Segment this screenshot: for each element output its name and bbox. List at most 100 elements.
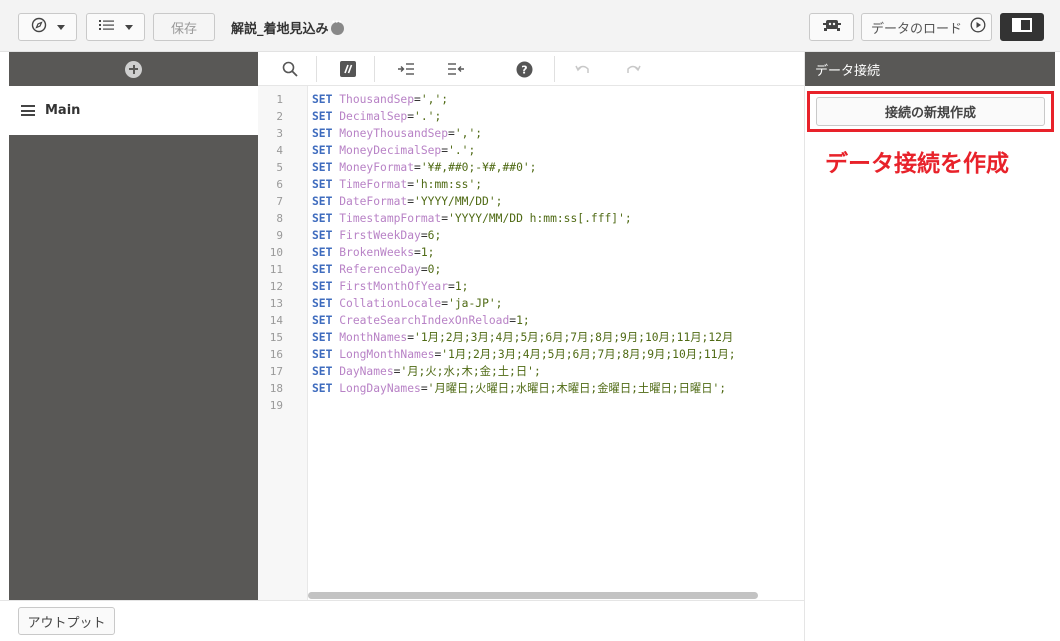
code-line: SET LongMonthNames='1月;2月;3月;4月;5月;6月;7月…	[312, 346, 736, 363]
add-section-bar	[9, 52, 258, 86]
data-connections-panel: データ接続 接続の新規作成 データ接続を作成	[804, 52, 1055, 641]
code-line: SET TimestampFormat='YYYY/MM/DD h:mm:ss[…	[312, 210, 632, 227]
toolbar-divider	[554, 56, 555, 82]
line-number: 2	[276, 110, 283, 123]
code-keyword: SET	[312, 331, 333, 344]
code-variable: TimestampFormat	[339, 212, 442, 225]
svg-text:?: ?	[521, 63, 527, 76]
code-line: SET FirstMonthOfYear=1;	[312, 278, 468, 295]
indent-icon[interactable]	[396, 58, 416, 80]
line-number: 7	[276, 195, 283, 208]
code-value: 1;	[420, 246, 435, 259]
line-number: 15	[269, 331, 283, 344]
code-operator: =	[448, 280, 455, 293]
top-toolbar: 保存 解説_着地見込み データのロード	[0, 0, 1060, 52]
code-value: '¥#,##0;-¥#,##0';	[420, 161, 537, 174]
line-number: 10	[269, 246, 283, 259]
line-number: 16	[269, 348, 283, 361]
code-keyword: SET	[312, 246, 333, 259]
redo-icon[interactable]	[623, 58, 643, 80]
code-variable: MoneyDecimalSep	[339, 144, 442, 157]
navigation-button[interactable]	[18, 13, 77, 41]
outdent-icon[interactable]	[446, 58, 466, 80]
section-item-label: Main	[45, 103, 81, 118]
code-variable: CreateSearchIndexOnReload	[339, 314, 510, 327]
code-variable: LongDayNames	[339, 382, 421, 395]
code-variable: FirstWeekDay	[339, 229, 421, 242]
code-keyword: SET	[312, 161, 333, 174]
code-variable: DayNames	[339, 365, 394, 378]
code-operator: =	[414, 246, 421, 259]
code-line: SET MonthNames='1月;2月;3月;4月;5月;6月;7月;8月;…	[312, 329, 733, 346]
script-editor[interactable]: SET ThousandSep=','; SET DecimalSep='.'; S…	[308, 86, 804, 600]
compass-icon	[31, 17, 47, 37]
line-number: 18	[269, 382, 283, 395]
code-keyword: SET	[312, 144, 333, 157]
code-operator: =	[448, 127, 455, 140]
view-menu-button[interactable]	[86, 13, 145, 41]
code-variable: FirstMonthOfYear	[339, 280, 449, 293]
save-button[interactable]: 保存	[153, 13, 215, 41]
plus-icon[interactable]	[125, 60, 142, 78]
code-variable: MoneyFormat	[339, 161, 415, 174]
code-keyword: SET	[312, 127, 333, 140]
code-value: '.';	[448, 144, 476, 157]
code-variable: DecimalSep	[339, 110, 408, 123]
code-line: SET ThousandSep=',';	[312, 91, 448, 108]
code-variable: LongMonthNames	[339, 348, 435, 361]
code-line: SET DecimalSep='.';	[312, 108, 441, 125]
play-icon	[970, 17, 986, 37]
code-keyword: SET	[312, 314, 333, 327]
line-number: 14	[269, 314, 283, 327]
undo-icon[interactable]	[573, 58, 593, 80]
code-keyword: SET	[312, 195, 333, 208]
code-variable: DateFormat	[339, 195, 408, 208]
code-variable: MonthNames	[339, 331, 408, 344]
editor-toolbar: ?	[258, 52, 804, 86]
code-keyword: SET	[312, 382, 333, 395]
line-number: 4	[276, 144, 283, 157]
code-operator: =	[420, 382, 428, 395]
app-title-text: 解説_着地見込み	[231, 22, 329, 37]
app-title: 解説_着地見込み	[231, 18, 344, 37]
panel-toggle-button[interactable]	[1000, 13, 1044, 41]
code-keyword: SET	[312, 110, 333, 123]
help-icon[interactable]: ?	[514, 58, 534, 80]
code-keyword: SET	[312, 212, 333, 225]
code-value: 1;	[454, 280, 469, 293]
code-variable: ThousandSep	[339, 93, 415, 106]
code-value: '1月;2月;3月;4月;5月;6月;7月;8月;9月;10月;11月;12月	[414, 331, 734, 344]
code-value: 0;	[427, 263, 442, 276]
code-keyword: SET	[312, 229, 333, 242]
comment-icon[interactable]	[338, 58, 358, 80]
toolbar-divider	[316, 56, 317, 82]
horizontal-scrollbar[interactable]	[308, 592, 758, 599]
code-line: SET DateFormat='YYYY/MM/DD';	[312, 193, 502, 210]
code-value: ',';	[454, 127, 483, 140]
code-operator: =	[420, 229, 428, 242]
chevron-down-icon	[56, 24, 65, 30]
output-button[interactable]: アウトプット	[18, 607, 115, 635]
line-number-gutter: 1 2 3 4 5 6 7 8 9 10 11 12 13 14 15 16 17 18 19	[258, 86, 308, 600]
code-variable: TimeFormat	[339, 178, 408, 191]
search-icon[interactable]	[280, 58, 300, 80]
dots-icon[interactable]	[330, 19, 344, 35]
code-operator: =	[414, 93, 421, 106]
line-number: 1	[276, 93, 283, 106]
code-keyword: SET	[312, 348, 333, 361]
load-data-button[interactable]: データのロード	[861, 13, 992, 41]
code-line: SET BrokenWeeks=1;	[312, 244, 434, 261]
line-number: 17	[269, 365, 283, 378]
code-value: 'ja-JP';	[448, 297, 503, 310]
code-line: SET CollationLocale='ja-JP';	[312, 295, 502, 312]
section-item-main[interactable]: Main	[9, 86, 258, 135]
code-line: SET CreateSearchIndexOnReload=1;	[312, 312, 530, 329]
code-value: 1;	[516, 314, 530, 327]
code-keyword: SET	[312, 365, 333, 378]
debug-button[interactable]	[809, 13, 854, 41]
create-connection-button[interactable]: 接続の新規作成	[816, 97, 1045, 126]
load-data-label: データのロード	[870, 21, 962, 37]
code-line: SET FirstWeekDay=6;	[312, 227, 441, 244]
code-value: 'YYYY/MM/DD h:mm:ss[.fff]';	[448, 212, 632, 225]
code-line: SET DayNames='月;火;水;木;金;土;日';	[312, 363, 541, 380]
